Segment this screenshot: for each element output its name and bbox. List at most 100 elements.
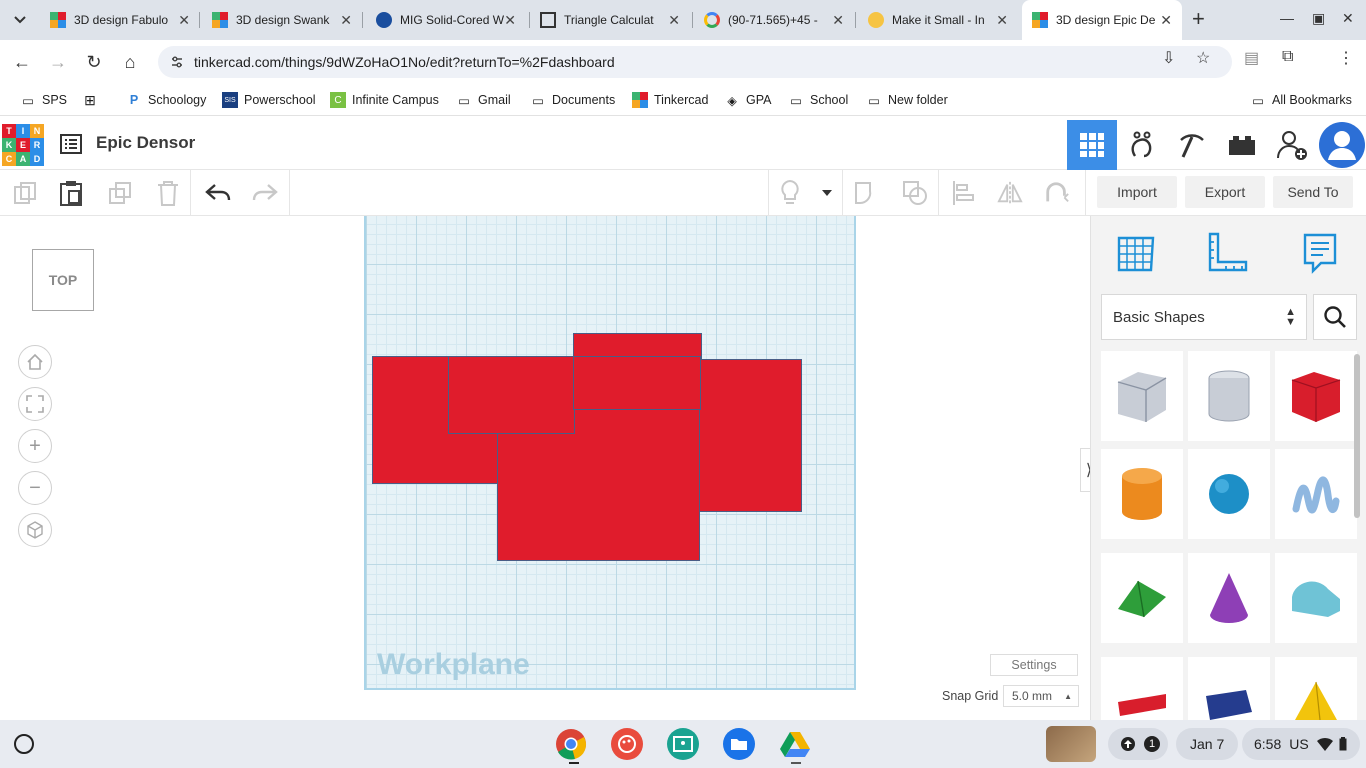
bookmark-powerschool[interactable]: SIS Powerschool: [222, 90, 316, 110]
collapse-panel-button[interactable]: ⟩: [1080, 448, 1090, 492]
perspective-button[interactable]: [18, 513, 52, 547]
bookmark-schoology[interactable]: P Schoology: [126, 90, 207, 110]
chrome-app-icon[interactable]: [555, 728, 587, 760]
extension-icon[interactable]: ▤: [1244, 48, 1259, 68]
shape-tile-box-striped[interactable]: [1101, 351, 1183, 441]
back-icon[interactable]: ←: [12, 52, 32, 72]
forward-icon[interactable]: →: [48, 52, 68, 72]
date-tray[interactable]: Jan 7: [1176, 728, 1238, 760]
align-icon[interactable]: [951, 180, 977, 206]
bookmark-star-icon[interactable]: ☆: [1196, 48, 1210, 68]
zoom-out-button[interactable]: −: [18, 471, 52, 505]
shape-search-button[interactable]: [1313, 294, 1357, 340]
close-tab-icon[interactable]: ✕: [340, 12, 352, 29]
close-tab-icon[interactable]: ✕: [178, 12, 190, 29]
duplicate-icon[interactable]: [107, 180, 133, 206]
close-tab-icon[interactable]: ✕: [668, 12, 680, 29]
shape-tile-wedge[interactable]: [1188, 657, 1270, 720]
launcher-icon[interactable]: [14, 734, 34, 754]
avatar[interactable]: [1317, 120, 1366, 170]
all-bookmarks[interactable]: ▭ All Bookmarks: [1250, 90, 1352, 110]
status-tray[interactable]: 6:58 US: [1242, 728, 1360, 760]
install-app-icon[interactable]: ⇩: [1162, 48, 1175, 68]
site-info-icon[interactable]: [170, 55, 184, 69]
shape-tile-cylinder[interactable]: [1101, 449, 1183, 539]
reload-icon[interactable]: ↻: [84, 52, 104, 72]
shape-tile-roof[interactable]: [1101, 553, 1183, 643]
paste-icon[interactable]: [58, 180, 84, 206]
new-tab-icon[interactable]: +: [1192, 8, 1205, 30]
red-box-shape[interactable]: [699, 359, 802, 512]
close-tab-icon[interactable]: ✕: [1160, 12, 1172, 29]
red-box-shape[interactable]: [448, 356, 575, 434]
shape-tile-box[interactable]: [1275, 351, 1357, 441]
import-button[interactable]: Import: [1097, 176, 1177, 208]
send-to-button[interactable]: Send To: [1273, 176, 1353, 208]
close-window-icon[interactable]: ✕: [1342, 10, 1354, 27]
browser-tab[interactable]: Triangle Calculat ✕: [530, 6, 690, 34]
shape-tile-cylinder-striped[interactable]: [1188, 351, 1270, 441]
design-title[interactable]: Epic Densor: [96, 133, 195, 153]
notes-tool[interactable]: [1297, 230, 1343, 276]
design-canvas[interactable]: Workplane TOP + − Settings Snap Grid 5.0…: [0, 216, 1090, 720]
shape-tile-text[interactable]: [1101, 657, 1183, 720]
files-app-icon[interactable]: [723, 728, 755, 760]
holding-space-thumbnail[interactable]: [1046, 726, 1096, 762]
shape-tile-pyramid[interactable]: [1275, 657, 1357, 720]
bookmark-gmail[interactable]: ▭ Gmail: [456, 90, 511, 110]
maximize-window-icon[interactable]: ▣: [1312, 10, 1325, 27]
bookmark-sps[interactable]: ▭ SPS: [20, 90, 67, 110]
chevron-down-icon[interactable]: [814, 180, 840, 206]
notification-tray[interactable]: 1: [1108, 728, 1168, 760]
bookmark-new-folder[interactable]: ▭ New folder: [866, 90, 948, 110]
browser-tab[interactable]: 3D design Swank ✕: [202, 6, 362, 34]
apps-grid-icon[interactable]: ⊞: [82, 90, 104, 110]
panel-scrollbar[interactable]: [1354, 354, 1360, 518]
browser-tab[interactable]: Make it Small - In ✕: [858, 6, 1018, 34]
share-user-button[interactable]: [1267, 120, 1317, 170]
close-tab-icon[interactable]: ✕: [832, 12, 844, 29]
tinkercad-logo[interactable]: T I N K E R C A D: [2, 124, 46, 166]
browser-menu-icon[interactable]: ⋮: [1338, 48, 1354, 68]
classroom-app-icon[interactable]: [667, 728, 699, 760]
codeblocks-button[interactable]: [1167, 120, 1217, 170]
bookmark-tinkercad[interactable]: Tinkercad: [632, 90, 708, 110]
browser-tab[interactable]: 3D design Fabulo ✕: [40, 6, 200, 34]
shape-tile-scribble[interactable]: [1275, 449, 1357, 539]
bookmark-gpa[interactable]: ◈ GPA: [724, 90, 771, 110]
bookmark-documents[interactable]: ▭ Documents: [530, 90, 615, 110]
fit-view-button[interactable]: [18, 387, 52, 421]
red-box-shape[interactable]: [573, 356, 701, 410]
browser-tab[interactable]: (90-71.565)+45 - ✕: [694, 6, 854, 34]
shape-category-select[interactable]: Basic Shapes ▲ ▼: [1101, 294, 1307, 340]
group-icon[interactable]: [853, 180, 879, 206]
delete-icon[interactable]: [155, 180, 181, 206]
url-input[interactable]: tinkercad.com/things/9dWZoHaO1No/edit?re…: [158, 46, 1232, 78]
canvas-app-icon[interactable]: [611, 728, 643, 760]
shape-tile-sphere[interactable]: [1188, 449, 1270, 539]
settings-button[interactable]: Settings: [990, 654, 1078, 676]
ruler-tool[interactable]: [1205, 230, 1251, 276]
tab-search-chevron-icon[interactable]: [8, 8, 32, 32]
home-view-button[interactable]: [18, 345, 52, 379]
home-icon[interactable]: ⌂: [120, 52, 140, 72]
workplane-tool[interactable]: [1113, 230, 1159, 276]
mirror-icon[interactable]: [997, 180, 1023, 206]
zoom-in-button[interactable]: +: [18, 429, 52, 463]
snap-grid-select[interactable]: 5.0 mm ▲: [1003, 685, 1079, 707]
shape-tile-cone[interactable]: [1188, 553, 1270, 643]
undo-icon[interactable]: [205, 180, 231, 206]
shape-tile-round-roof[interactable]: [1275, 553, 1357, 643]
cruise-magnet-icon[interactable]: [1044, 180, 1070, 206]
bookmark-school[interactable]: ▭ School: [788, 90, 848, 110]
ungroup-icon[interactable]: [902, 180, 928, 206]
copy-icon[interactable]: [12, 180, 38, 206]
extensions-puzzle-icon[interactable]: ⧉: [1282, 48, 1293, 66]
lightbulb-icon[interactable]: [777, 179, 803, 206]
export-button[interactable]: Export: [1185, 176, 1265, 208]
view-cube[interactable]: TOP: [32, 249, 94, 311]
close-tab-icon[interactable]: ✕: [996, 12, 1008, 29]
bookmark-infinite-campus[interactable]: C Infinite Campus: [330, 90, 439, 110]
minimize-window-icon[interactable]: —: [1280, 10, 1294, 26]
design-list-icon[interactable]: [60, 133, 82, 155]
